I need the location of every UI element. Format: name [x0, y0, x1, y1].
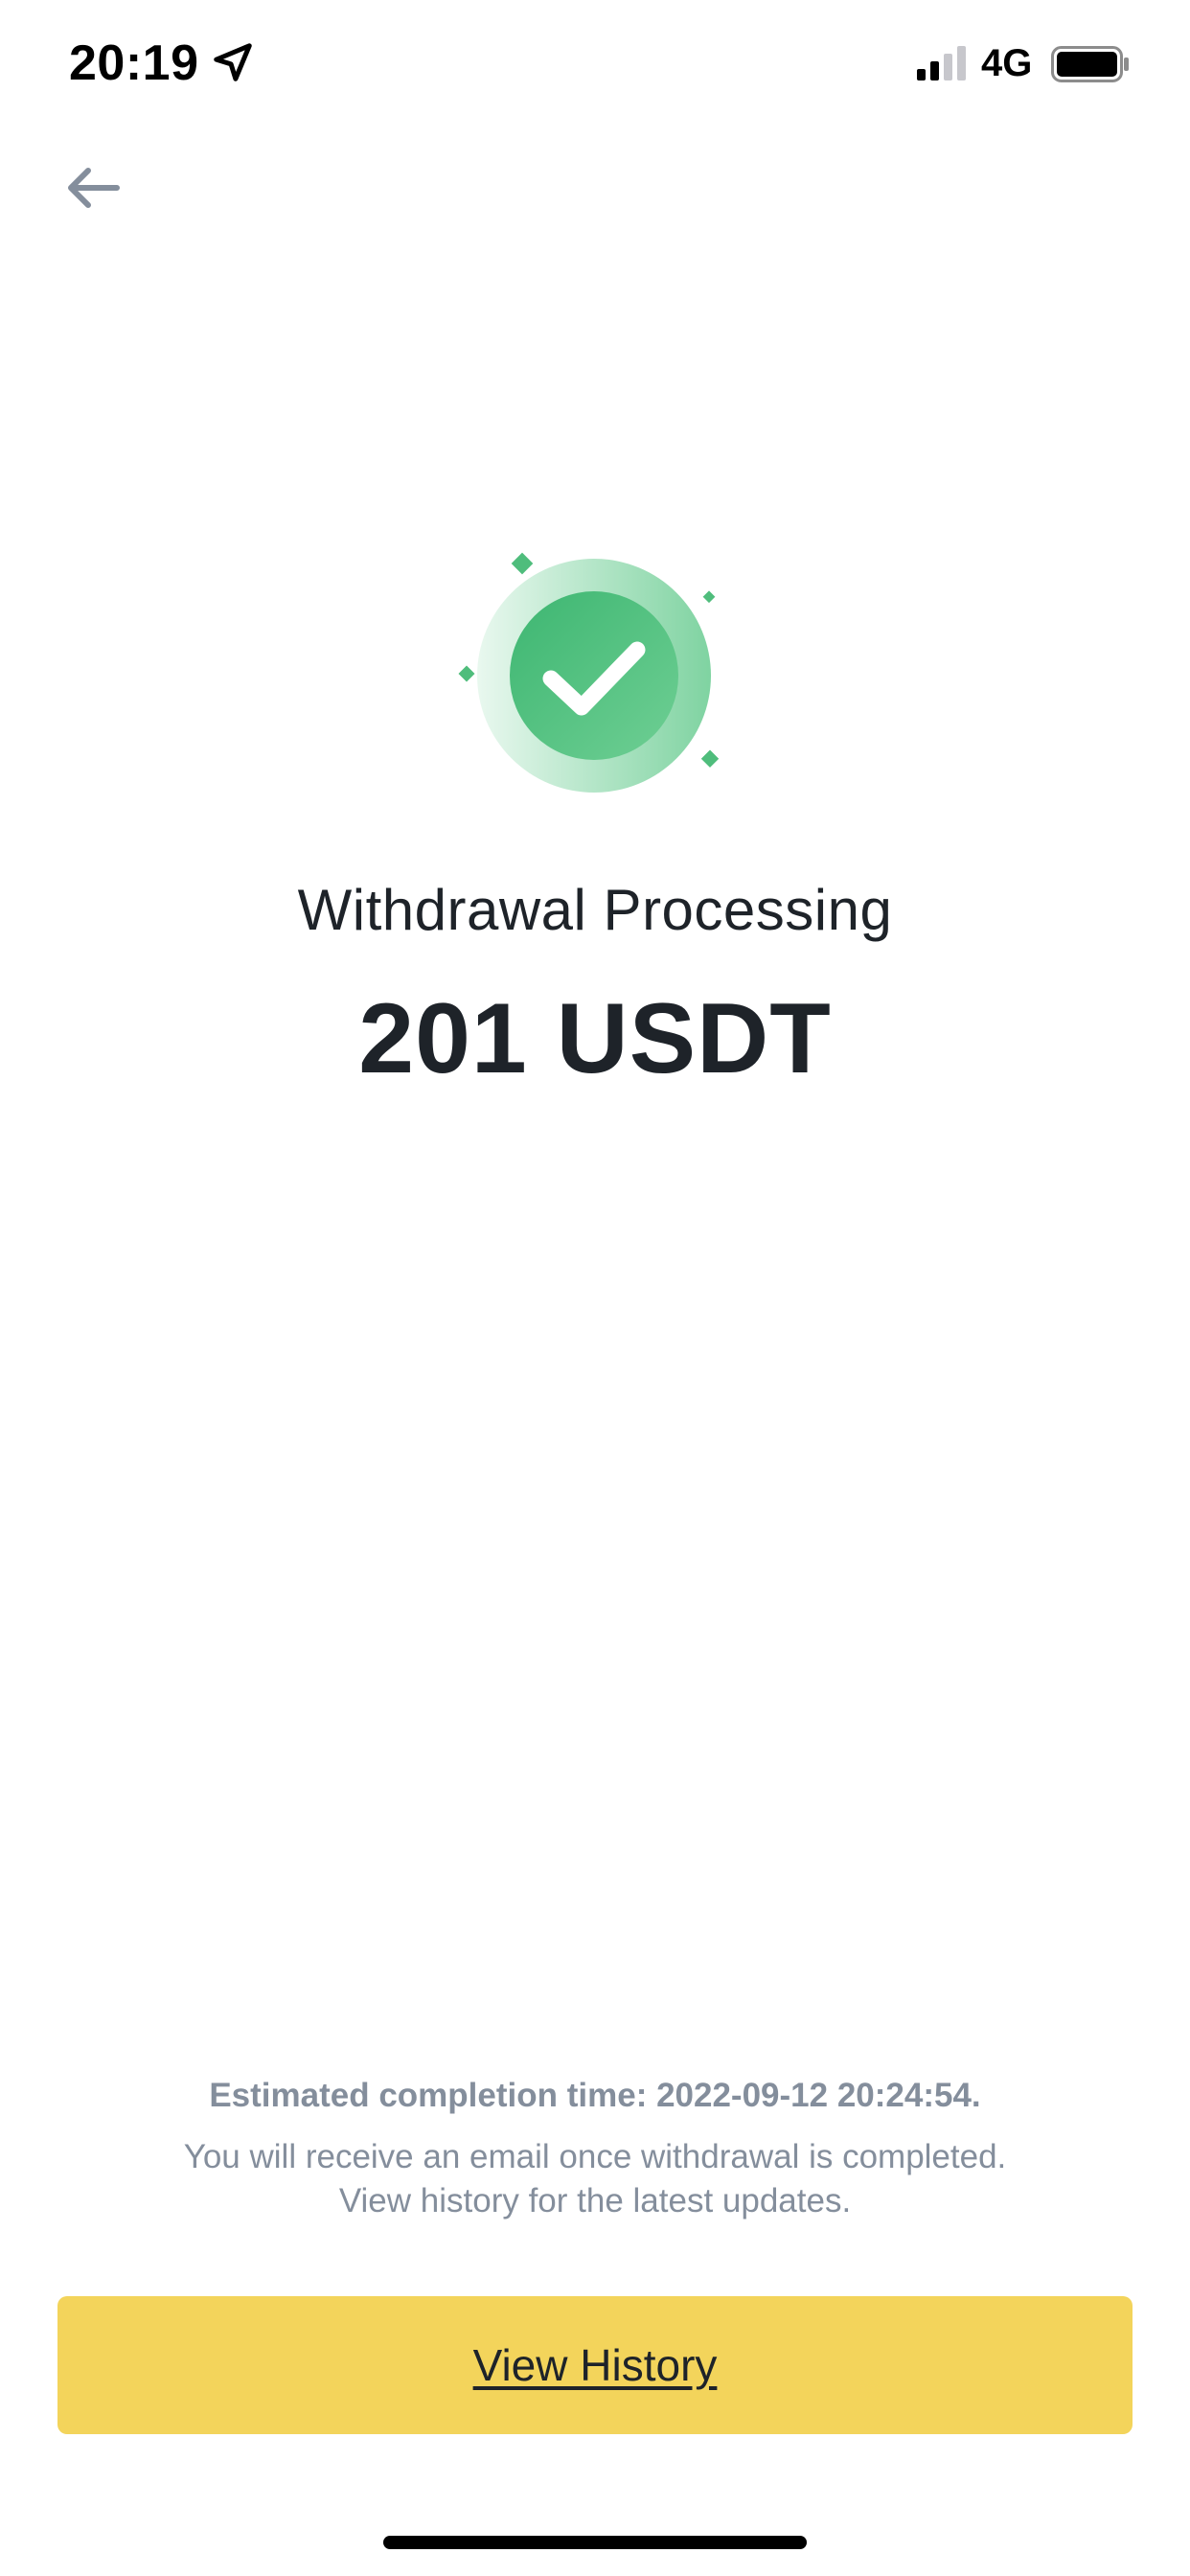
signal-icon: [917, 46, 966, 80]
status-time: 20:19: [69, 35, 199, 91]
page-title: Withdrawal Processing: [297, 878, 893, 942]
estimated-completion-time: Estimated completion time: 2022-09-12 20…: [209, 2077, 981, 2114]
arrow-left-icon: [68, 168, 120, 208]
view-history-label: View History: [472, 2340, 718, 2390]
status-bar: 20:19 4G: [0, 0, 1190, 129]
check-circle-icon: [458, 552, 720, 793]
location-arrow-icon: [214, 43, 252, 81]
history-notice: View history for the latest updates.: [338, 2182, 852, 2220]
withdrawal-result-screen: 20:19 4G Withdrawal Processing 201 USDT …: [0, 0, 1190, 2576]
view-history-button[interactable]: View History: [57, 2296, 1133, 2434]
back-button[interactable]: [57, 153, 126, 222]
email-notice: You will receive an email once withdrawa…: [183, 2138, 1007, 2175]
home-indicator: [383, 2536, 807, 2549]
battery-icon: [1051, 46, 1129, 82]
withdrawal-amount: 201 USDT: [358, 983, 832, 1094]
network-label: 4G: [981, 42, 1033, 84]
